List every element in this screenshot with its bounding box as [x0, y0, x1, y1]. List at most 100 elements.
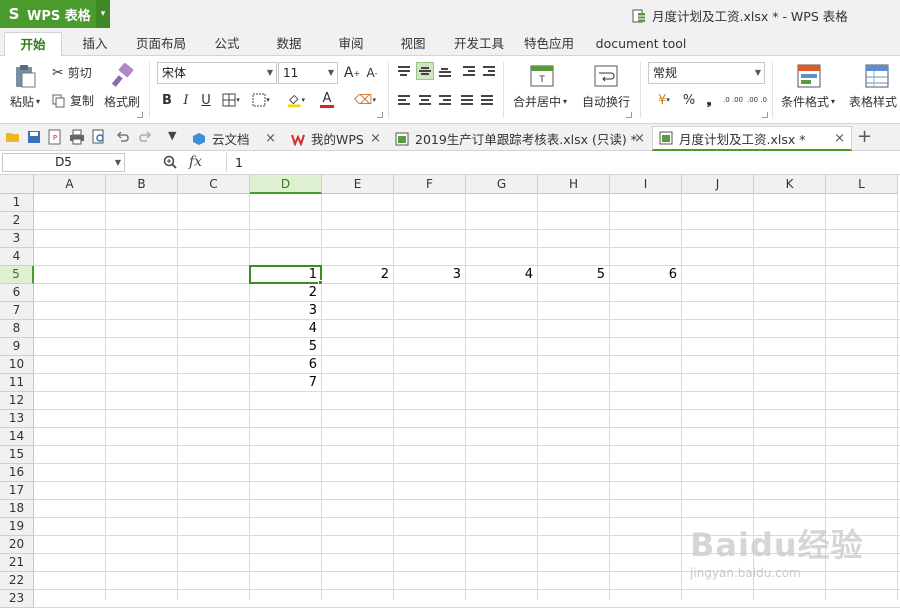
font-size-select[interactable]: 11 ▼: [278, 62, 338, 84]
align-middle-button[interactable]: [416, 62, 434, 80]
column-header-j[interactable]: J: [682, 175, 754, 194]
new-tab-button[interactable]: +: [857, 126, 872, 147]
row-header-4[interactable]: 4: [0, 248, 34, 266]
doc-tab-order-tracking[interactable]: 2019生产订单跟踪考核表.xlsx (只读) * ×: [389, 126, 651, 151]
tab-developer[interactable]: 开发工具: [448, 32, 510, 56]
row-header-18[interactable]: 18: [0, 500, 34, 518]
tab-formulas[interactable]: 公式: [200, 32, 254, 56]
doc-tab-mywps[interactable]: 我的WPS ×: [285, 126, 387, 151]
table-style-icon[interactable]: [864, 63, 890, 89]
name-box[interactable]: D5 ▼: [2, 153, 125, 172]
close-icon[interactable]: ×: [634, 131, 645, 146]
alignment-dialog-launcher[interactable]: [626, 112, 632, 118]
close-icon[interactable]: ×: [834, 131, 845, 146]
column-header-i[interactable]: I: [610, 175, 682, 194]
align-center-button[interactable]: [416, 91, 434, 109]
tab-page-layout[interactable]: 页面布局: [130, 32, 192, 56]
column-header-g[interactable]: G: [466, 175, 538, 194]
select-all-corner[interactable]: [0, 175, 34, 194]
currency-format-button[interactable]: ¥ ▾: [650, 91, 678, 109]
open-folder-icon[interactable]: [5, 129, 21, 145]
number-format-select[interactable]: 常规 ▼: [648, 62, 765, 84]
align-top-button[interactable]: [395, 62, 413, 80]
decrease-indent-button[interactable]: [460, 62, 478, 80]
column-header-c[interactable]: C: [178, 175, 250, 194]
column-header-f[interactable]: F: [394, 175, 466, 194]
export-pdf-icon[interactable]: P: [47, 129, 63, 145]
merge-center-button[interactable]: 合并居中 ▾: [513, 93, 567, 110]
wps-app-menu-button[interactable]: S WPS 表格 ▾: [0, 0, 110, 28]
percent-style-button[interactable]: %: [680, 91, 698, 109]
redo-icon[interactable]: [137, 129, 153, 145]
tab-special-apps[interactable]: 特色应用: [518, 32, 580, 56]
row-header-1[interactable]: 1: [0, 194, 34, 212]
row-header-14[interactable]: 14: [0, 428, 34, 446]
close-icon[interactable]: ×: [370, 131, 381, 146]
row-header-10[interactable]: 10: [0, 356, 34, 374]
clear-format-button[interactable]: ⌫ ▾: [354, 91, 376, 109]
cell-d10[interactable]: 6: [250, 356, 322, 374]
wrap-text-icon[interactable]: [593, 63, 619, 89]
wrap-text-button[interactable]: 自动换行: [582, 93, 630, 110]
cell-d7[interactable]: 3: [250, 302, 322, 320]
fill-handle[interactable]: [318, 280, 323, 285]
tab-view[interactable]: 视图: [386, 32, 440, 56]
font-name-select[interactable]: 宋体 ▼: [157, 62, 277, 84]
cell-d8[interactable]: 4: [250, 320, 322, 338]
doc-tab-cloud[interactable]: 云文档 ×: [186, 126, 282, 151]
grow-font-button[interactable]: A +: [343, 64, 361, 82]
font-dialog-launcher[interactable]: [377, 112, 383, 118]
row-header-2[interactable]: 2: [0, 212, 34, 230]
row-header-15[interactable]: 15: [0, 446, 34, 464]
row-header-17[interactable]: 17: [0, 482, 34, 500]
italic-button[interactable]: I: [177, 91, 195, 109]
undo-icon[interactable]: [115, 129, 131, 145]
chevron-down-icon[interactable]: ▾: [36, 97, 40, 106]
chevron-down-icon[interactable]: ▾: [563, 97, 567, 106]
insert-function-button[interactable]: fx: [189, 154, 202, 170]
format-painter-icon[interactable]: [110, 63, 136, 89]
column-header-e[interactable]: E: [322, 175, 394, 194]
row-header-19[interactable]: 19: [0, 518, 34, 536]
print-icon[interactable]: [69, 129, 85, 145]
paste-button[interactable]: 粘贴 ▾: [10, 93, 40, 110]
tab-data[interactable]: 数据: [262, 32, 316, 56]
align-bottom-button[interactable]: [436, 62, 454, 80]
cell-i5[interactable]: 6: [610, 266, 682, 284]
row-header-7[interactable]: 7: [0, 302, 34, 320]
row-header-16[interactable]: 16: [0, 464, 34, 482]
decrease-decimal-button[interactable]: .00 .0: [746, 91, 768, 109]
justify-button[interactable]: [458, 91, 476, 109]
column-header-d[interactable]: D: [250, 175, 322, 194]
clipboard-dialog-launcher[interactable]: [137, 112, 143, 118]
underline-button[interactable]: U: [197, 91, 215, 109]
zoom-search-icon[interactable]: [163, 155, 177, 169]
chevron-down-icon[interactable]: ▼: [115, 154, 121, 171]
row-header-11[interactable]: 11: [0, 374, 34, 392]
cut-button[interactable]: ✂ 剪切: [52, 64, 92, 81]
row-header-21[interactable]: 21: [0, 554, 34, 572]
tab-document-tool[interactable]: document tool: [590, 32, 692, 56]
column-header-k[interactable]: K: [754, 175, 826, 194]
row-header-6[interactable]: 6: [0, 284, 34, 302]
cell-d11[interactable]: 7: [250, 374, 322, 392]
conditional-format-icon[interactable]: [796, 63, 822, 89]
comma-style-button[interactable]: ❟: [700, 91, 718, 109]
align-left-button[interactable]: [395, 91, 413, 109]
customize-toolbar-chevron-icon[interactable]: ▼: [168, 129, 176, 142]
tab-review[interactable]: 审阅: [324, 32, 378, 56]
format-painter-button[interactable]: 格式刷: [104, 93, 140, 110]
shrink-font-button[interactable]: A-: [363, 64, 381, 82]
row-header-13[interactable]: 13: [0, 410, 34, 428]
formula-input[interactable]: 1: [226, 153, 896, 172]
row-header-5[interactable]: 5: [0, 266, 34, 284]
fill-color-button[interactable]: ▾: [287, 91, 305, 109]
row-header-23[interactable]: 23: [0, 590, 34, 608]
bold-button[interactable]: B: [158, 91, 176, 109]
merge-center-icon[interactable]: T: [529, 63, 555, 89]
number-dialog-launcher[interactable]: [762, 112, 768, 118]
column-header-l[interactable]: L: [826, 175, 898, 194]
cell-e5[interactable]: 2: [322, 266, 394, 284]
row-header-22[interactable]: 22: [0, 572, 34, 590]
copy-button[interactable]: 复制: [52, 92, 94, 109]
